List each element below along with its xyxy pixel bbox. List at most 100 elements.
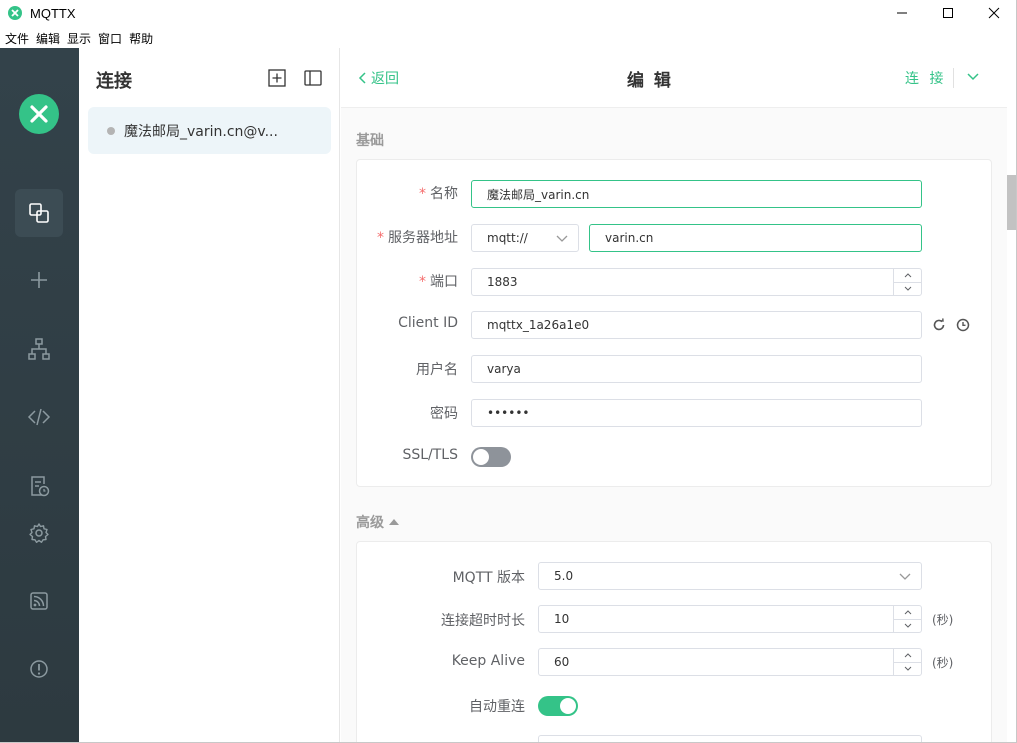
time-client-id-button[interactable] bbox=[956, 317, 970, 332]
client-id-input[interactable]: mqttx_1a26a1e0 bbox=[471, 311, 922, 339]
connection-item[interactable]: 魔法邮局_varin.cn@v... bbox=[88, 107, 331, 154]
chevron-down-icon bbox=[967, 73, 979, 81]
sidebar-about[interactable] bbox=[15, 645, 63, 693]
port-stepper[interactable] bbox=[893, 269, 921, 295]
minimize-icon bbox=[897, 12, 907, 14]
toggle-knob bbox=[473, 449, 489, 465]
connection-status-dot bbox=[107, 126, 115, 135]
close-icon bbox=[988, 7, 1000, 19]
host-input[interactable]: varin.cn bbox=[589, 224, 922, 252]
reconnect-label: 自动重连 bbox=[469, 699, 525, 715]
chevron-up-icon bbox=[904, 610, 911, 615]
basic-section-title: 基础 bbox=[356, 133, 384, 149]
back-button[interactable]: 返回 bbox=[358, 68, 399, 88]
log-icon bbox=[31, 476, 50, 497]
connection-name: 魔法邮局_varin.cn@v... bbox=[124, 123, 278, 140]
keepalive-stepper[interactable] bbox=[893, 649, 921, 675]
timeout-input[interactable]: 10 bbox=[538, 605, 922, 633]
connect-button[interactable]: 连 接 bbox=[905, 68, 946, 88]
window-title: MQTTX bbox=[30, 5, 76, 21]
keepalive-input[interactable]: 60 bbox=[538, 648, 922, 676]
caret-up-icon bbox=[389, 519, 399, 525]
menu-edit[interactable]: 编辑 bbox=[36, 30, 60, 47]
back-label: 返回 bbox=[371, 71, 399, 87]
sidebar-new-connection[interactable] bbox=[15, 256, 63, 304]
chevron-down-icon bbox=[904, 623, 911, 628]
menu-help[interactable]: 帮助 bbox=[129, 30, 153, 47]
chevron-left-icon bbox=[358, 72, 366, 84]
minimize-button[interactable] bbox=[879, 0, 925, 26]
name-input[interactable]: 魔法邮局_varin.cn bbox=[471, 180, 922, 208]
advanced-card: MQTT 版本 5.0 连接超时时长 10 (秒) Keep Alive 60 bbox=[356, 541, 992, 742]
sidebar-log[interactable] bbox=[15, 462, 63, 510]
host-label: * 服务器地址 bbox=[377, 230, 458, 246]
edit-panel: 返回 编 辑 连 接 基础 * 名称 魔法邮局_varin.cn * 服务器地址 m… bbox=[341, 48, 1007, 742]
menu-file[interactable]: 文件 bbox=[5, 30, 29, 47]
advanced-section-title[interactable]: 高级 bbox=[356, 512, 400, 532]
sidebar bbox=[0, 48, 79, 742]
timeout-label: 连接超时时长 bbox=[441, 613, 525, 629]
chevron-up-icon bbox=[904, 273, 911, 278]
connections-panel: 连接 魔法邮局_varin.cn@v... bbox=[79, 48, 340, 742]
close-button[interactable] bbox=[971, 0, 1016, 26]
increment-button[interactable] bbox=[894, 649, 921, 663]
chevron-down-icon bbox=[556, 235, 568, 242]
password-label: 密码 bbox=[430, 406, 458, 422]
sidebar-connections[interactable] bbox=[15, 189, 63, 237]
sidebar-script[interactable] bbox=[15, 393, 63, 441]
next-field-input[interactable] bbox=[538, 735, 922, 742]
increment-button[interactable] bbox=[894, 269, 921, 283]
username-input[interactable]: varya bbox=[471, 355, 922, 383]
protocol-select[interactable]: mqtt:// bbox=[471, 224, 579, 252]
title-bar: MQTTX bbox=[0, 0, 1016, 26]
username-label: 用户名 bbox=[416, 362, 458, 378]
app-window: MQTTX 文件 编辑 显示 窗口 帮助 连接 魔法邮局_varin.cn@v.… bbox=[0, 0, 1017, 743]
mqtt-version-select[interactable]: 5.0 bbox=[538, 562, 922, 590]
ssl-label: SSL/TLS bbox=[402, 447, 458, 463]
timeout-unit: (秒) bbox=[932, 613, 954, 627]
scrollbar[interactable] bbox=[1007, 175, 1016, 230]
mqtt-version-label: MQTT 版本 bbox=[452, 570, 525, 586]
edit-header: 返回 编 辑 连 接 bbox=[341, 48, 1007, 108]
sidebar-layout-icon bbox=[304, 70, 322, 86]
decrement-button[interactable] bbox=[894, 620, 921, 633]
sidebar-topology[interactable] bbox=[15, 325, 63, 373]
increment-button[interactable] bbox=[894, 606, 921, 620]
reconnect-toggle[interactable] bbox=[538, 696, 578, 716]
menu-window[interactable]: 窗口 bbox=[98, 30, 122, 47]
chevron-down-icon bbox=[899, 573, 911, 580]
header-divider bbox=[953, 68, 954, 88]
toggle-panel-button[interactable] bbox=[303, 68, 323, 88]
decrement-button[interactable] bbox=[894, 283, 921, 296]
timeout-stepper[interactable] bbox=[893, 606, 921, 632]
maximize-button[interactable] bbox=[925, 0, 971, 26]
password-input[interactable]: •••••• bbox=[471, 399, 922, 427]
name-label: * 名称 bbox=[419, 186, 458, 202]
sidebar-subscriptions[interactable] bbox=[15, 577, 63, 625]
toggle-knob bbox=[560, 698, 576, 714]
connections-title: 连接 bbox=[96, 71, 132, 92]
plus-square-icon bbox=[268, 69, 286, 87]
refresh-client-id-button[interactable] bbox=[932, 317, 946, 331]
maximize-icon bbox=[943, 8, 953, 18]
chevron-down-icon bbox=[904, 666, 911, 671]
ssl-toggle[interactable] bbox=[471, 447, 511, 467]
code-icon bbox=[27, 408, 51, 426]
page-title: 编 辑 bbox=[627, 71, 673, 91]
refresh-icon bbox=[933, 318, 945, 331]
sidebar-settings[interactable] bbox=[15, 509, 63, 557]
rss-icon bbox=[30, 592, 48, 610]
new-connection-button[interactable] bbox=[267, 68, 287, 88]
decrement-button[interactable] bbox=[894, 663, 921, 676]
clock-icon bbox=[956, 318, 970, 332]
keepalive-label: Keep Alive bbox=[451, 653, 525, 669]
keepalive-unit: (秒) bbox=[932, 656, 954, 670]
port-input[interactable]: 1883 bbox=[471, 268, 922, 296]
menu-bar: 文件 编辑 显示 窗口 帮助 bbox=[0, 28, 155, 48]
menu-view[interactable]: 显示 bbox=[67, 30, 91, 47]
info-icon bbox=[30, 660, 48, 678]
connect-options-button[interactable] bbox=[965, 69, 981, 85]
client-id-label: Client ID bbox=[398, 315, 458, 331]
plus-icon bbox=[31, 272, 47, 288]
sitemap-icon bbox=[28, 338, 50, 360]
